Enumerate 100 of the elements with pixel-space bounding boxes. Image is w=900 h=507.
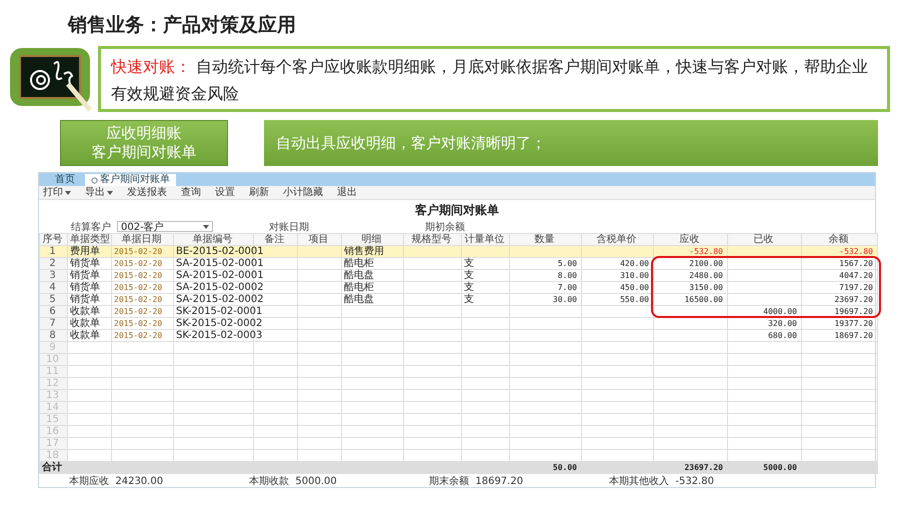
total-cell: 50.00 [552,462,577,472]
filter-label: 对账日期 [269,220,309,234]
table-cell: 销货单 [70,270,100,280]
table-cell: 4000.00 [763,306,797,316]
table-cell: -532.80 [839,246,873,256]
table-cell: 3 [49,270,56,280]
table-cell: 2015-02-20 [114,318,162,328]
totals-label: 合计 [42,462,62,472]
table-cell: BE-2015-02-0001 [176,246,264,256]
table-cell: 7197.20 [839,282,873,292]
report-title: 客户期间对账单 [415,203,499,217]
column-header: 序号 [40,234,68,246]
column-header: 单据编号 [174,234,254,246]
table-cell: 16500.00 [684,294,723,304]
table-cell: 8.00 [558,270,577,280]
column-header: 含税单价 [582,234,654,246]
table-cell: 酷电盘 [344,270,374,280]
table-cell: 酷电盘 [344,294,374,304]
column-header: 明细 [342,234,404,246]
table-cell: 销货单 [70,258,100,268]
column-header: 已收 [728,234,802,246]
toolbar-button[interactable]: 导出 [85,186,113,198]
summary-item: 期末余额 18697.20 [429,474,524,488]
toolbar-button[interactable]: 打印 [43,186,71,198]
table-cell: SK-2015-02-0003 [176,330,262,340]
table-cell: 销售费用 [344,246,384,256]
table-cell: 2015-02-20 [114,246,162,256]
table-cell: 支 [464,270,474,280]
table-cell: 18697.20 [834,330,873,340]
total-cell: 5000.00 [763,462,797,472]
toolbar-button[interactable]: 退出 [337,186,357,198]
table-cell: SA-2015-02-0002 [176,282,264,292]
table-cell: 2100.00 [689,258,723,268]
table-cell: 1567.20 [839,258,873,268]
table-cell: SA-2015-02-0001 [176,258,264,268]
column-header: 数量 [510,234,582,246]
toolbar-button[interactable]: 设置 [215,186,235,198]
table-cell: 2015-02-20 [114,270,162,280]
table-cell: 7 [49,318,56,328]
row-number: 18 [46,450,59,460]
total-cell: 23697.20 [684,462,723,472]
column-header: 备注 [254,234,298,246]
table-cell: 收款单 [70,330,100,340]
row-number: 16 [46,426,59,436]
table-cell: 支 [464,258,474,268]
summary-item: 本期收款 5000.00 [249,474,338,488]
row-number: 13 [46,390,59,400]
column-header: 余额 [802,234,878,246]
table-cell: 酷电柜 [344,282,374,292]
circle-icon [91,176,98,184]
column-header: 规格型号 [404,234,462,246]
callout-text: 快速对账： 自动统计每个客户应收账款明细账，月底对账依据客户期间对账单，快速与客户对账，帮助企业有效规避资金风险 [98,46,890,112]
table-cell: 销货单 [70,282,100,292]
table-cell: SK-2015-02-0002 [176,318,262,328]
table-cell: 收款单 [70,306,100,316]
table-cell: 4 [49,282,56,292]
table-cell: 费用单 [70,246,100,256]
column-header: 项目 [298,234,342,246]
table-cell: 310.00 [620,270,649,280]
tab[interactable]: 客户期间对账单 [85,174,176,186]
table-cell: 2015-02-20 [114,258,162,268]
table-cell: 支 [464,282,474,292]
row-number: 10 [46,354,59,364]
table-cell: 1 [49,246,56,256]
table-cell: 320.00 [768,318,797,328]
table-cell: SK-2015-02-0001 [176,306,262,316]
table-cell: 收款单 [70,318,100,328]
customer-select[interactable]: 002-客户 [117,221,213,232]
table-cell: 23697.20 [834,294,873,304]
table-cell: -532.80 [689,246,723,256]
column-header: 单据日期 [112,234,174,246]
table-cell: 450.00 [620,282,649,292]
caret-icon [107,190,113,194]
table-cell: SA-2015-02-0001 [176,270,264,280]
toolbar-button[interactable]: 刷新 [249,186,269,198]
tab[interactable]: 首页 [49,174,81,186]
table-cell: 550.00 [620,294,649,304]
table-cell: 5.00 [558,258,577,268]
toolbar-button[interactable]: 发送报表 [127,186,167,198]
table-cell: 销货单 [70,294,100,304]
table-cell: 19697.20 [834,306,873,316]
table-cell: SA-2015-02-0002 [176,294,264,304]
row-number: 15 [46,414,59,424]
feature-banner: 自动出具应收明细，客户对账清晰明了； [264,120,878,166]
column-header: 应收 [654,234,728,246]
table-cell: 420.00 [620,258,649,268]
table-cell: 680.00 [768,330,797,340]
filter-label: 结算客户 [71,220,111,234]
table-cell: 8 [49,330,56,340]
table-cell: 30.00 [552,294,577,304]
table-cell: 2015-02-20 [114,330,162,340]
table-cell: 2 [49,258,56,268]
table-cell: 酷电柜 [344,258,374,268]
table-cell: 5 [49,294,56,304]
table-cell: 6 [49,306,56,316]
toolbar-button[interactable]: 小计隐藏 [283,186,323,198]
row-number: 14 [46,402,59,412]
table-cell: 2015-02-20 [114,294,162,304]
row-number: 17 [46,438,59,448]
toolbar-button[interactable]: 查询 [181,186,201,198]
